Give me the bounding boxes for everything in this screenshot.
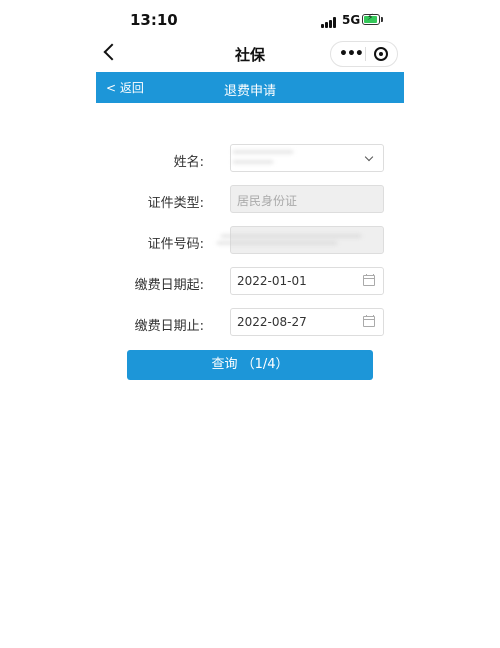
- calendar-icon[interactable]: [363, 274, 375, 286]
- chevron-down-icon: [364, 152, 374, 162]
- name-select[interactable]: [230, 144, 384, 172]
- end-date-label: 缴费日期止:: [134, 319, 204, 334]
- capsule-divider: [365, 47, 366, 61]
- id-type-field: 居民身份证: [230, 185, 384, 213]
- id-type-placeholder: 居民身份证: [237, 194, 298, 208]
- end-date-input[interactable]: 2022-08-27: [230, 308, 384, 336]
- redacted-id-number: [221, 235, 361, 237]
- more-icon[interactable]: •••: [339, 46, 364, 62]
- start-date-value: 2022-01-01: [237, 274, 307, 288]
- id-type-label: 证件类型:: [147, 196, 204, 211]
- status-time: 13:10: [130, 11, 178, 29]
- id-number-label: 证件号码:: [147, 237, 204, 252]
- status-bar: 13:10 5G ⚡: [0, 0, 500, 40]
- battery-tip: [381, 17, 383, 22]
- battery-icon: ⚡: [362, 13, 380, 25]
- header-title: 退费申请: [223, 84, 276, 99]
- redacted-id-number-2: [217, 242, 337, 244]
- target-icon[interactable]: [374, 47, 388, 61]
- capsule-menu: •••: [330, 41, 398, 67]
- id-number-field: [217, 226, 384, 254]
- network-type: 5G: [342, 13, 361, 27]
- blue-header: < 返回 退费申请: [96, 72, 404, 103]
- redacted-name: [233, 151, 293, 153]
- redacted-name-2: [233, 161, 273, 163]
- start-date-input[interactable]: 2022-01-01: [230, 267, 384, 295]
- signal-icon: [321, 16, 339, 28]
- start-date-label: 缴费日期起:: [134, 278, 204, 293]
- end-date-value: 2022-08-27: [237, 315, 307, 329]
- query-button[interactable]: 查询 （1/4）: [127, 350, 373, 380]
- name-label: 姓名:: [173, 155, 204, 170]
- calendar-icon[interactable]: [363, 315, 375, 327]
- page-title: 社保: [234, 46, 265, 64]
